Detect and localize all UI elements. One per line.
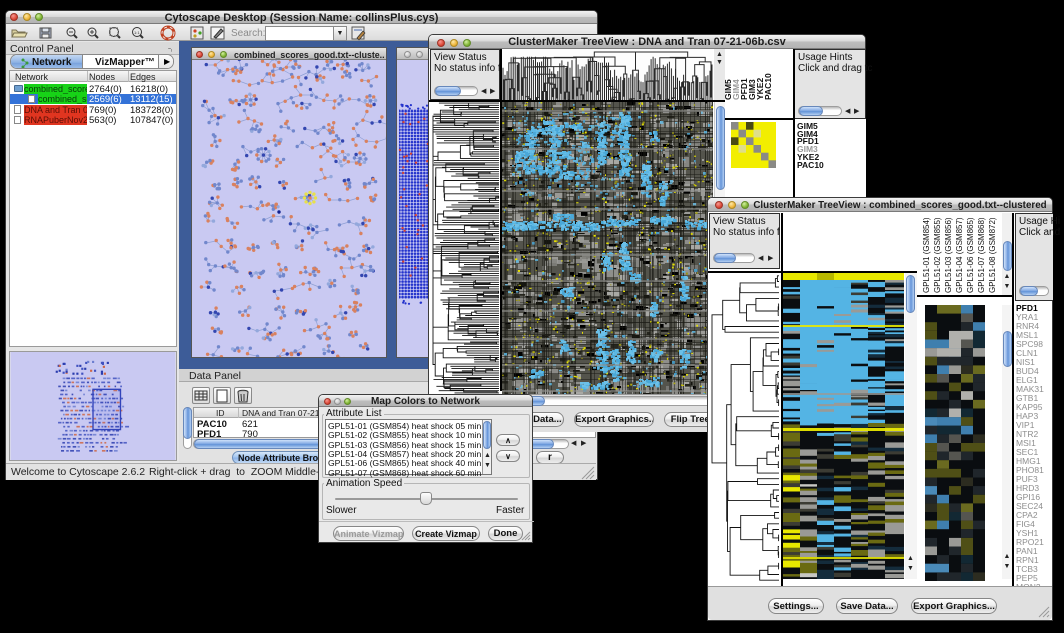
svg-text:PAC10: PAC10 xyxy=(763,73,773,100)
svg-text:1:1: 1:1 xyxy=(134,30,140,35)
